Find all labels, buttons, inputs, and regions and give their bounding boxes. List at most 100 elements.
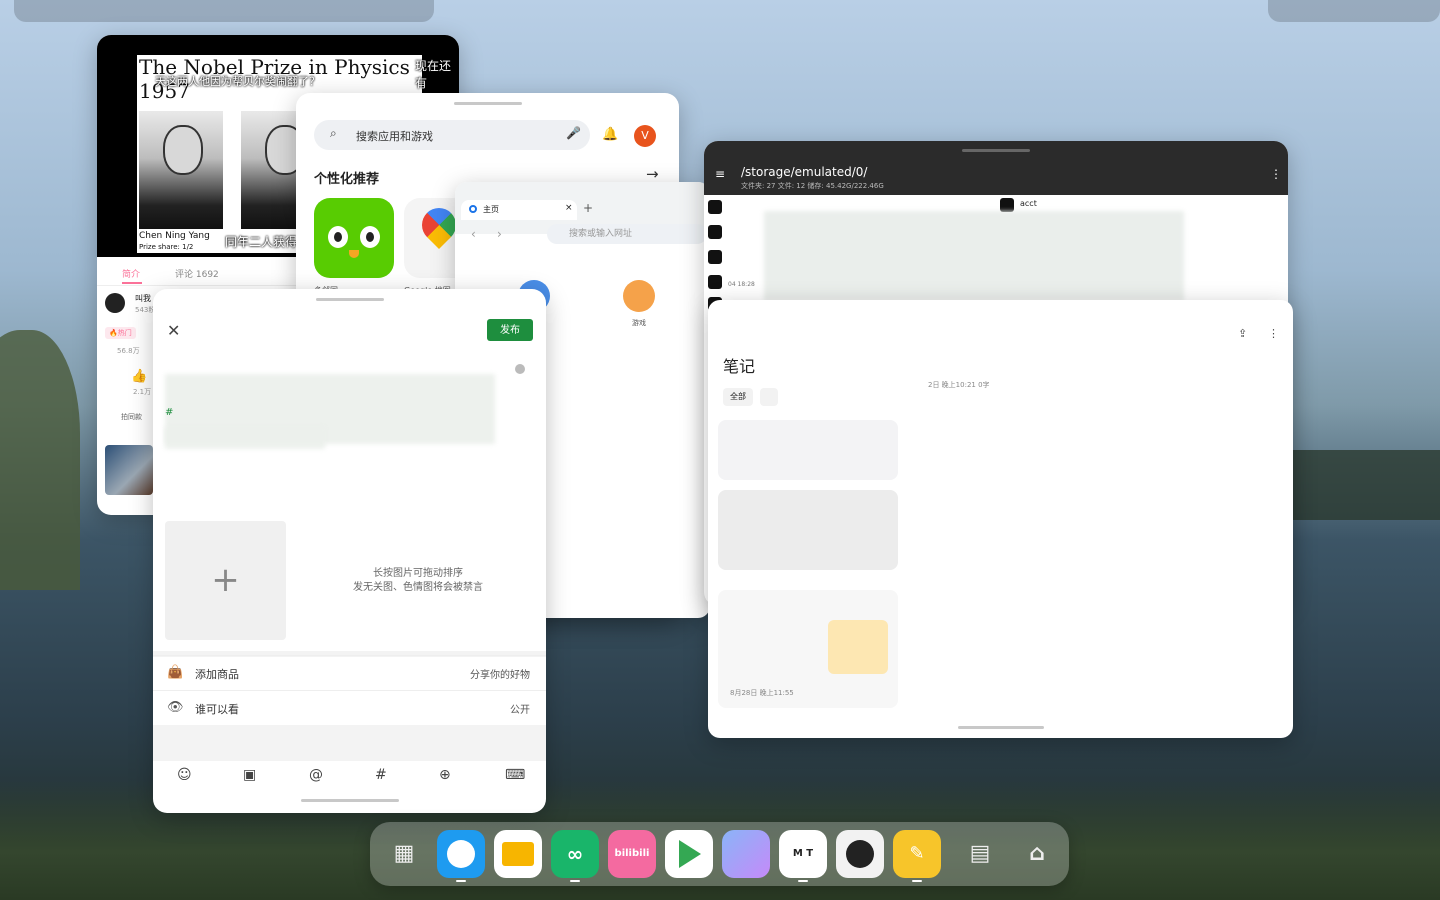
related-video-thumb[interactable] <box>105 445 153 495</box>
filter-all-chip[interactable]: 全部 <box>723 388 753 406</box>
share-goods-label: 分享你的好物 <box>470 670 530 681</box>
game-label: 游戏 <box>632 319 646 327</box>
notes-window[interactable]: ⇪ ⋮ 笔记 2日 晚上10:21 0字 全部 8月28日 晚上11:55 <box>708 300 1293 738</box>
entry-acct[interactable]: acct <box>1020 199 1037 208</box>
subtitle-bottom: 同年二人获得 <box>225 235 298 249</box>
like-count: 2.1万 <box>133 388 152 396</box>
owl-eye-left <box>328 226 348 248</box>
home-icon[interactable]: ⌂ <box>1013 830 1061 878</box>
footer-gap <box>153 725 546 761</box>
clear-title-icon[interactable] <box>515 364 525 374</box>
hot-badge[interactable]: 🔥热门 <box>105 327 136 339</box>
mic-icon[interactable]: 🎤 <box>566 126 581 140</box>
folder-icon[interactable] <box>708 275 722 289</box>
address-bar[interactable]: 搜索或输入网址 <box>547 224 707 244</box>
status-bar-right <box>1268 0 1440 22</box>
running-indicator <box>570 880 580 882</box>
note-card[interactable] <box>718 420 898 480</box>
forward-icon[interactable]: › <box>497 227 502 241</box>
uploader-avatar[interactable] <box>105 293 125 313</box>
image-icon[interactable]: ▣ <box>243 767 256 783</box>
tab-intro[interactable]: 简介 <box>122 267 140 280</box>
browser-app-icon[interactable] <box>437 830 485 878</box>
folder-icon[interactable] <box>708 250 722 264</box>
back-icon[interactable]: ‹ <box>471 227 476 241</box>
browser-tab-home[interactable]: 主页 × <box>461 200 577 220</box>
window-handle[interactable] <box>962 149 1030 152</box>
folder-chip[interactable] <box>760 388 778 406</box>
post-editor-window[interactable]: ✕ 发布 # + 长按图片可拖动排序 发无关图、色情图将会被禁言 👜 添加商品 … <box>153 289 546 813</box>
make-same-button[interactable]: 拍同款 <box>121 412 142 422</box>
visibility-row[interactable]: 👁 谁可以看 公开 <box>153 690 546 726</box>
running-indicator <box>912 880 922 882</box>
add-product-row[interactable]: 👜 添加商品 分享你的好物 <box>153 655 546 691</box>
visibility-label: 谁可以看 <box>195 703 239 716</box>
subtitle-top: 现在还有 <box>415 59 452 90</box>
arrow-right-icon[interactable]: → <box>646 165 659 183</box>
multi-window-icon[interactable]: ▤ <box>956 830 1004 878</box>
new-tab-icon[interactable]: + <box>583 201 593 215</box>
all-apps-icon[interactable]: ▦ <box>380 830 428 878</box>
running-indicator <box>798 880 808 882</box>
person1-share: Prize share: 1/2 <box>139 243 194 251</box>
play-store-app-icon[interactable] <box>665 830 713 878</box>
notes-app-icon[interactable]: ✎ <box>893 830 941 878</box>
window-handle[interactable] <box>453 102 522 105</box>
shopping-bag-icon: 👜 <box>167 665 184 680</box>
mention-icon[interactable]: @ <box>309 767 323 783</box>
folder-icon[interactable] <box>708 200 722 214</box>
more-options-icon[interactable]: ⋮ <box>1268 327 1279 340</box>
emoji-icon[interactable]: ☺ <box>177 767 192 783</box>
add-product-label: 添加商品 <box>195 668 239 681</box>
view-count: 56.8万 <box>117 347 140 355</box>
note-card-date: 8月28日 晚上11:55 <box>730 689 794 697</box>
portrait-1 <box>139 111 223 229</box>
image-hint: 长按图片可拖动排序 发无关图、色情图将会被禁言 <box>353 568 483 593</box>
more-menu-icon[interactable]: ⋮ <box>1270 167 1282 181</box>
share-icon[interactable]: ⇪ <box>1238 327 1247 340</box>
camera-app-icon[interactable] <box>836 830 884 878</box>
add-image-button[interactable]: + <box>165 521 286 640</box>
notes-title: 笔记 <box>723 357 756 376</box>
keyboard-icon[interactable]: ⌨ <box>505 767 525 783</box>
folder-icon[interactable] <box>708 225 722 239</box>
close-tab-icon[interactable]: × <box>565 203 573 213</box>
like-icon[interactable]: 👍 <box>131 369 147 384</box>
entry-date: 04 18:28 <box>728 281 755 288</box>
hashtag-text[interactable]: # <box>165 407 173 418</box>
window-handle[interactable] <box>315 298 384 301</box>
editor-toolbar: ☺ ▣ @ # ⊕ ⌨ <box>153 761 546 791</box>
bottom-handle[interactable] <box>957 726 1044 729</box>
infinity-app-icon[interactable]: ∞ <box>551 830 599 878</box>
tab-favicon-icon <box>469 205 477 213</box>
account-avatar[interactable]: V <box>634 125 656 147</box>
bell-icon[interactable]: 🔔 <box>602 127 618 142</box>
note-card[interactable]: 8月28日 晚上11:55 <box>718 590 898 708</box>
menu-icon[interactable]: ≡ <box>715 167 725 181</box>
game-shortcut-icon[interactable] <box>623 280 655 312</box>
status-bar-left <box>14 0 434 22</box>
storage-info: 文件夹: 27 文件: 12 储存: 45.42G/222.46G <box>741 182 884 190</box>
search-bar[interactable]: ⌕ 搜索应用和游戏 🎤 <box>314 120 590 150</box>
app-duolingo[interactable] <box>314 198 394 278</box>
close-icon[interactable]: ✕ <box>167 321 180 340</box>
bottom-handle[interactable] <box>300 799 399 802</box>
files-app-icon[interactable] <box>494 830 542 878</box>
add-circle-icon[interactable]: ⊕ <box>439 767 451 783</box>
uploader-name[interactable]: 叫我 <box>135 293 151 304</box>
tab-comments[interactable]: 评论 1692 <box>175 267 219 280</box>
body-text-redacted[interactable] <box>165 427 325 449</box>
publish-button[interactable]: 发布 <box>487 319 533 341</box>
bilibili-app-icon[interactable]: bilibili <box>608 830 656 878</box>
hashtag-icon[interactable]: # <box>375 767 387 783</box>
mt-manager-app-icon[interactable]: M T <box>779 830 827 878</box>
eye-icon: 👁 <box>167 700 184 715</box>
gallery-app-icon[interactable] <box>722 830 770 878</box>
note-card[interactable] <box>718 490 898 570</box>
folder-icon[interactable] <box>1000 198 1014 212</box>
section-title: 个性化推荐 <box>314 172 380 187</box>
wallpaper-island <box>0 330 80 590</box>
owl-beak <box>349 250 359 258</box>
visibility-value: 公开 <box>510 705 530 716</box>
running-indicator <box>456 880 466 882</box>
